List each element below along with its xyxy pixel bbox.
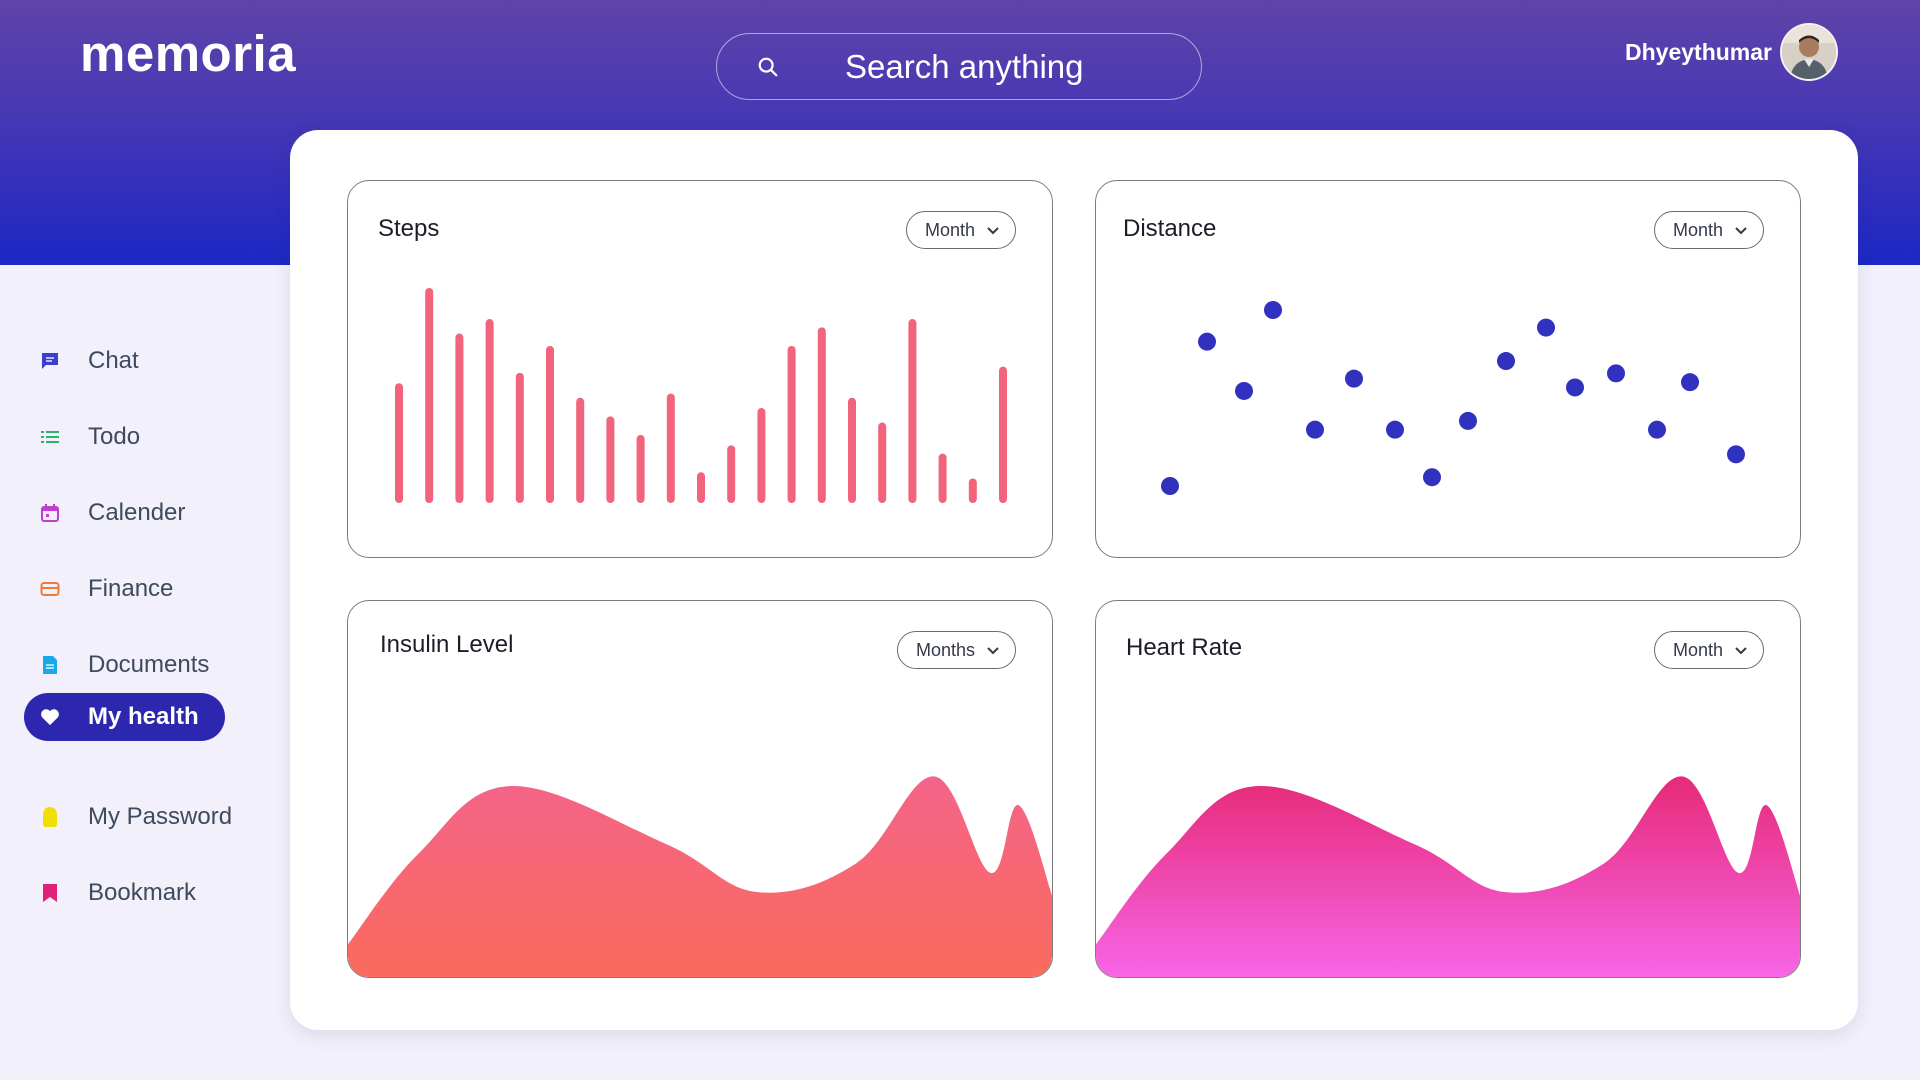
distance-point [1497,352,1515,371]
distance-point [1423,468,1441,487]
sidebar-item-label: Todo [88,423,141,450]
area-series [348,776,1052,977]
sidebar-item-label: Bookmark [88,879,197,906]
distance-point [1264,301,1282,319]
sidebar-item-label: My health [88,703,199,730]
search-placeholder: Search anything [845,48,1084,85]
distance-point [1607,364,1625,383]
card-title: Distance [1123,215,1217,242]
steps-card: Steps Month [347,180,1053,558]
distance-point [1235,381,1253,400]
dropdown-value: Months [915,639,975,660]
sidebar-item-label: Finance [88,575,174,602]
sidebar-item-label: My Password [88,803,233,830]
distance-point [1386,420,1404,439]
calendar-icon [40,503,60,523]
distance-point [1681,373,1699,392]
chevron-down-icon [1735,647,1747,655]
sidebar-item-bookmark[interactable]: Bookmark [24,869,222,917]
sidebar-item-label: Documents [88,651,210,678]
card-icon [40,579,60,599]
sidebar: Chat Todo Calender Finance Documents My … [0,265,290,1080]
distance-point [1727,445,1745,464]
distance-point [1198,332,1216,351]
distance-point [1648,420,1666,439]
distance-point [1306,420,1324,439]
area-series [1096,776,1800,977]
sidebar-item-calender[interactable]: Calender [24,489,211,537]
lock-icon [40,807,60,827]
dropdown-value: Month [1672,639,1723,660]
chevron-down-icon [987,647,999,655]
dropdown-value: Month [924,219,975,240]
bookmark-icon [40,883,60,903]
avatar[interactable] [1780,23,1838,81]
dropdown-value: Month [1672,219,1723,240]
sidebar-item-documents[interactable]: Documents [24,641,235,689]
chevron-down-icon [987,227,999,235]
search-icon [758,57,778,77]
distance-point [1566,378,1584,397]
distance-point [1161,477,1179,495]
sidebar-item-todo[interactable]: Todo [24,413,166,461]
heart-icon [40,707,60,727]
sidebar-item-my-password[interactable]: My Password [24,793,258,841]
chevron-down-icon [1735,227,1747,235]
card-title: Insulin Level [380,631,514,658]
heart-rate-card: Heart Rate Month [1095,600,1801,978]
sidebar-item-label: Calender [88,499,186,526]
user-name: Dhyeythumar [1625,38,1772,65]
app-logo[interactable]: memoria [80,24,296,83]
list-icon [40,427,60,447]
sidebar-item-chat[interactable]: Chat [24,337,165,385]
user-profile[interactable]: Dhyeythumar [1625,20,1838,84]
period-dropdown[interactable]: Month [905,211,1016,249]
sidebar-item-my-health[interactable]: My health [24,693,225,741]
distance-point [1459,411,1477,430]
period-dropdown[interactable]: Months [896,631,1016,669]
search-bar[interactable]: Search anything [716,33,1202,100]
sidebar-item-label: Chat [88,347,139,374]
card-title: Heart Rate [1126,634,1243,661]
sidebar-item-finance[interactable]: Finance [24,565,199,613]
period-dropdown[interactable]: Month [1653,211,1764,249]
chat-icon [40,351,60,371]
distance-point [1537,318,1555,337]
distance-card: Distance Month [1095,180,1801,558]
avatar-image [1782,25,1836,79]
distance-point [1345,369,1363,388]
insulin-card: Insulin Level Months [347,600,1053,978]
card-title: Steps [378,215,440,242]
document-icon [40,655,60,675]
dashboard-panel: Steps Month Distance Month Insulin Level… [290,130,1858,1030]
period-dropdown[interactable]: Month [1653,631,1764,669]
